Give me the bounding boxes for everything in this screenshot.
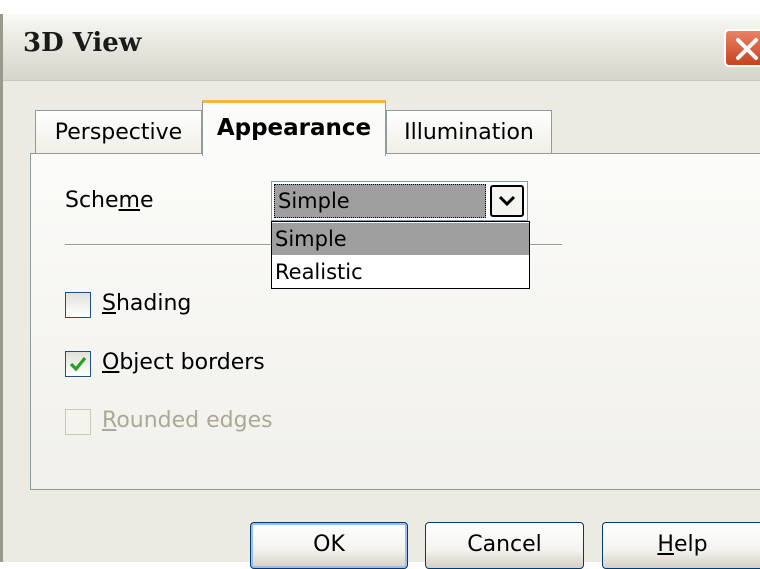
checkmark-icon (69, 356, 87, 372)
title-bar[interactable]: 3D View (3, 14, 760, 81)
scheme-dropdown-button[interactable] (490, 185, 524, 217)
window-title: 3D View (23, 28, 142, 58)
scheme-combobox-value[interactable]: Simple (274, 184, 486, 218)
appearance-panel: Scheme Simple Simple Realistic Shading O… (30, 153, 760, 490)
dialog-window: 3D View Perspective Appearance Illuminat… (0, 14, 760, 569)
scheme-dropdown-list: Simple Realistic (271, 221, 530, 289)
close-button[interactable] (724, 29, 760, 67)
scheme-label: Scheme (65, 188, 154, 213)
tab-appearance[interactable]: Appearance (202, 100, 386, 156)
dropdown-option-simple[interactable]: Simple (272, 223, 529, 255)
dropdown-option-realistic[interactable]: Realistic (272, 256, 529, 288)
tab-perspective[interactable]: Perspective (35, 110, 202, 154)
object-borders-checkbox[interactable] (65, 351, 91, 377)
object-borders-label[interactable]: Object borders (102, 350, 265, 375)
scheme-combobox[interactable]: Simple (271, 181, 528, 221)
shading-checkbox[interactable] (65, 292, 91, 318)
rounded-edges-label: Rounded edges (102, 408, 273, 433)
chevron-down-icon (498, 195, 516, 207)
shading-label[interactable]: Shading (102, 291, 191, 316)
close-x-icon (736, 38, 758, 60)
tab-illumination[interactable]: Illumination (386, 110, 552, 154)
rounded-edges-checkbox (65, 409, 91, 435)
